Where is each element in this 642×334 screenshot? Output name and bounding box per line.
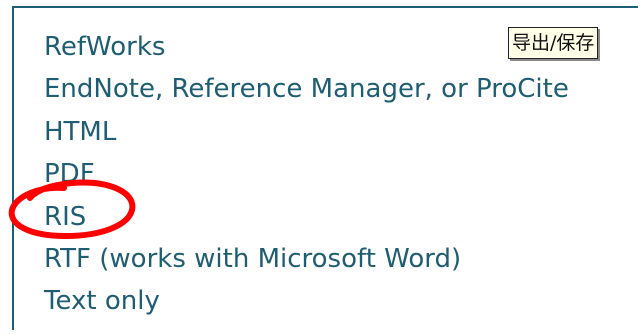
- format-option-rtf[interactable]: RTF (works with Microsoft Word): [44, 238, 569, 280]
- format-option-refworks[interactable]: RefWorks: [44, 26, 569, 68]
- format-option-html[interactable]: HTML: [44, 111, 569, 153]
- export-save-tooltip: 导出/保存: [508, 27, 599, 59]
- export-format-list: RefWorks EndNote, Reference Manager, or …: [44, 26, 569, 323]
- format-option-text-only[interactable]: Text only: [44, 280, 569, 322]
- format-option-endnote[interactable]: EndNote, Reference Manager, or ProCite: [44, 68, 569, 110]
- format-option-pdf[interactable]: PDF: [44, 153, 569, 195]
- format-option-ris[interactable]: RIS: [44, 196, 569, 238]
